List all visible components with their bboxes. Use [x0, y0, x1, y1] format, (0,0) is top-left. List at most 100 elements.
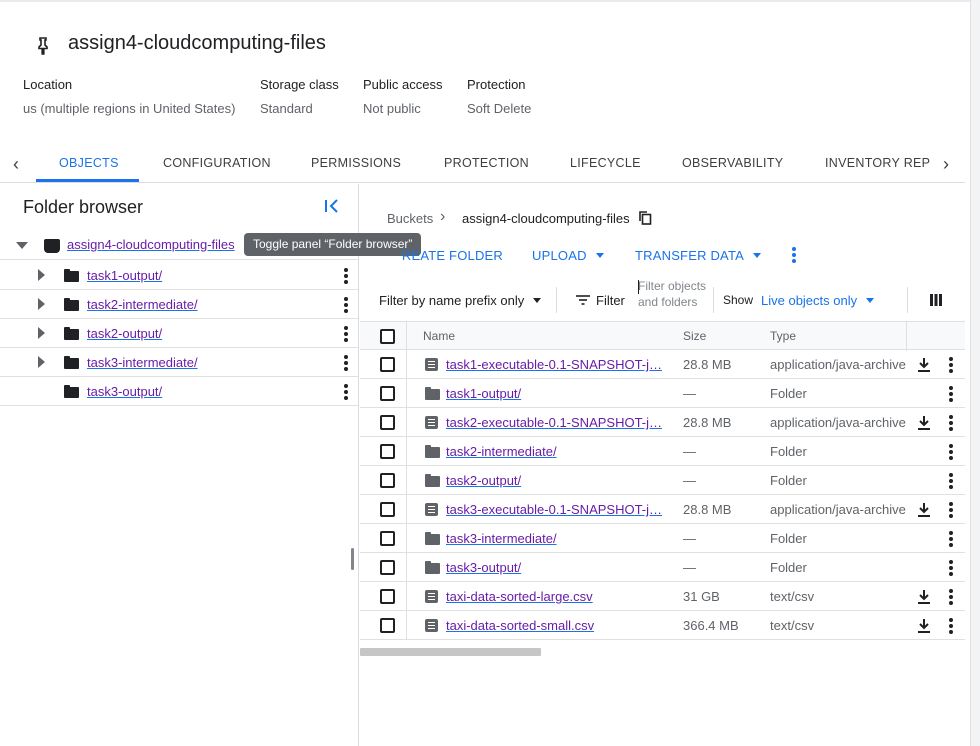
object-name-link[interactable]: task2-intermediate/ — [446, 444, 557, 459]
object-name-link[interactable]: task3-output/ — [446, 560, 521, 575]
file-icon — [425, 416, 438, 429]
chevron-left-icon[interactable]: ‹ — [4, 152, 28, 176]
page-scrollbar[interactable] — [970, 0, 980, 746]
download-icon[interactable] — [917, 618, 931, 633]
table-row[interactable]: task3-output/ — Folder — [360, 553, 965, 582]
object-name-link[interactable]: task1-output/ — [446, 386, 521, 401]
show-objects-select[interactable]: Live objects only — [761, 293, 875, 308]
object-name-link[interactable]: task3-executable-0.1-SNAPSHOT-j… — [446, 502, 662, 517]
download-icon[interactable] — [917, 357, 931, 372]
caret-right-icon[interactable] — [38, 356, 45, 368]
table-row[interactable]: task1-executable-0.1-SNAPSHOT-j… 28.8 MB… — [360, 350, 965, 379]
download-icon[interactable] — [917, 502, 931, 517]
chevron-right-icon[interactable]: › — [934, 152, 958, 176]
tab-permissions[interactable]: PERMISSIONS — [311, 146, 401, 183]
pin-icon[interactable] — [36, 37, 50, 55]
tree-item-label[interactable]: task3-intermediate/ — [87, 355, 198, 370]
folder-icon — [64, 269, 79, 282]
tree-item[interactable]: task3-intermediate/ — [0, 348, 358, 377]
table-row[interactable]: task2-intermediate/ — Folder — [360, 437, 965, 466]
row-checkbox[interactable] — [380, 415, 395, 430]
table-row[interactable]: task3-executable-0.1-SNAPSHOT-j… 28.8 MB… — [360, 495, 965, 524]
caret-down-icon — [533, 298, 542, 304]
row-checkbox[interactable] — [380, 444, 395, 459]
breadcrumb-buckets[interactable]: Buckets — [387, 211, 433, 226]
tree-item[interactable]: task2-output/ — [0, 319, 358, 348]
caret-right-icon[interactable] — [38, 298, 45, 310]
caret-right-icon[interactable] — [38, 327, 45, 339]
row-checkbox[interactable] — [380, 502, 395, 517]
more-vert-icon[interactable] — [949, 357, 953, 373]
table-row[interactable]: task1-output/ — Folder — [360, 379, 965, 408]
panel-resize-handle[interactable] — [351, 548, 354, 570]
caret-down-icon[interactable] — [16, 242, 28, 249]
column-size-header[interactable]: Size — [683, 329, 706, 343]
object-name-link[interactable]: task2-output/ — [446, 473, 521, 488]
row-checkbox[interactable] — [380, 473, 395, 488]
tab-observability[interactable]: OBSERVABILITY — [682, 146, 783, 183]
filter-icon[interactable] — [576, 295, 590, 305]
row-checkbox[interactable] — [380, 618, 395, 633]
tree-item-label[interactable]: task2-output/ — [87, 326, 162, 341]
download-icon[interactable] — [917, 589, 931, 604]
tree-item[interactable]: task1-output/ — [0, 261, 358, 290]
tab-objects[interactable]: OBJECTS — [59, 146, 119, 183]
tab-configuration[interactable]: CONFIGURATION — [163, 146, 271, 183]
tree-item-label[interactable]: task2-intermediate/ — [87, 297, 198, 312]
tree-item[interactable]: task2-intermediate/ — [0, 290, 358, 319]
caret-right-icon[interactable] — [38, 269, 45, 281]
table-row[interactable]: taxi-data-sorted-small.csv 366.4 MB text… — [360, 611, 965, 640]
collapse-panel-icon[interactable] — [322, 197, 342, 217]
object-name-link[interactable]: task3-intermediate/ — [446, 531, 557, 546]
table-row[interactable]: task2-executable-0.1-SNAPSHOT-j… 28.8 MB… — [360, 408, 965, 437]
more-vert-icon[interactable] — [949, 473, 953, 489]
more-vert-icon[interactable] — [344, 355, 348, 371]
more-vert-icon[interactable] — [949, 589, 953, 605]
tree-root-label[interactable]: assign4-cloudcomputing-files — [67, 237, 235, 252]
create-folder-button[interactable]: CREATE FOLDER — [403, 248, 503, 263]
row-checkbox[interactable] — [380, 357, 395, 372]
column-type-header[interactable]: Type — [770, 329, 907, 343]
tree-item[interactable]: task3-output/ — [0, 377, 358, 406]
more-vert-icon[interactable] — [949, 618, 953, 634]
more-vert-icon[interactable] — [344, 384, 348, 400]
more-vert-icon[interactable] — [792, 247, 796, 263]
more-vert-icon[interactable] — [949, 444, 953, 460]
download-icon[interactable] — [917, 415, 931, 430]
object-type: text/csv — [770, 589, 815, 604]
row-checkbox[interactable] — [380, 560, 395, 575]
select-all-checkbox[interactable] — [380, 329, 395, 344]
tab-protection[interactable]: PROTECTION — [444, 146, 529, 183]
upload-button[interactable]: UPLOAD — [532, 248, 604, 263]
table-row[interactable]: task3-intermediate/ — Folder — [360, 524, 965, 553]
more-vert-icon[interactable] — [949, 386, 953, 402]
object-name-link[interactable]: taxi-data-sorted-small.csv — [446, 618, 594, 633]
tree-item-label[interactable]: task1-output/ — [87, 268, 162, 283]
table-horizontal-scrollbar[interactable] — [360, 648, 541, 656]
object-name-link[interactable]: task1-executable-0.1-SNAPSHOT-j… — [446, 357, 662, 372]
more-vert-icon[interactable] — [344, 268, 348, 284]
object-name-link[interactable]: taxi-data-sorted-large.csv — [446, 589, 593, 604]
transfer-data-button[interactable]: TRANSFER DATA — [635, 248, 762, 263]
table-row[interactable]: taxi-data-sorted-large.csv 31 GB text/cs… — [360, 582, 965, 611]
filter-label[interactable]: Filter — [596, 293, 625, 308]
more-vert-icon[interactable] — [344, 326, 348, 342]
object-name-link[interactable]: task2-executable-0.1-SNAPSHOT-j… — [446, 415, 662, 430]
row-checkbox[interactable] — [380, 531, 395, 546]
tab-lifecycle[interactable]: LIFECYCLE — [570, 146, 641, 183]
tab-inventory-reports[interactable]: INVENTORY REPO — [825, 146, 931, 183]
columns-icon[interactable] — [930, 294, 942, 306]
table-row[interactable]: task2-output/ — Folder — [360, 466, 965, 495]
more-vert-icon[interactable] — [344, 297, 348, 313]
row-checkbox[interactable] — [380, 386, 395, 401]
column-name-header[interactable]: Name — [423, 329, 455, 343]
more-vert-icon[interactable] — [949, 531, 953, 547]
copy-icon[interactable] — [639, 211, 652, 225]
more-vert-icon[interactable] — [949, 560, 953, 576]
more-vert-icon[interactable] — [949, 415, 953, 431]
filter-prefix-select[interactable]: Filter by name prefix only — [379, 293, 542, 308]
more-vert-icon[interactable] — [949, 502, 953, 518]
tree-item-label[interactable]: task3-output/ — [87, 384, 162, 399]
row-checkbox[interactable] — [380, 589, 395, 604]
filter-input[interactable]: Filter objects and folders — [638, 278, 710, 310]
